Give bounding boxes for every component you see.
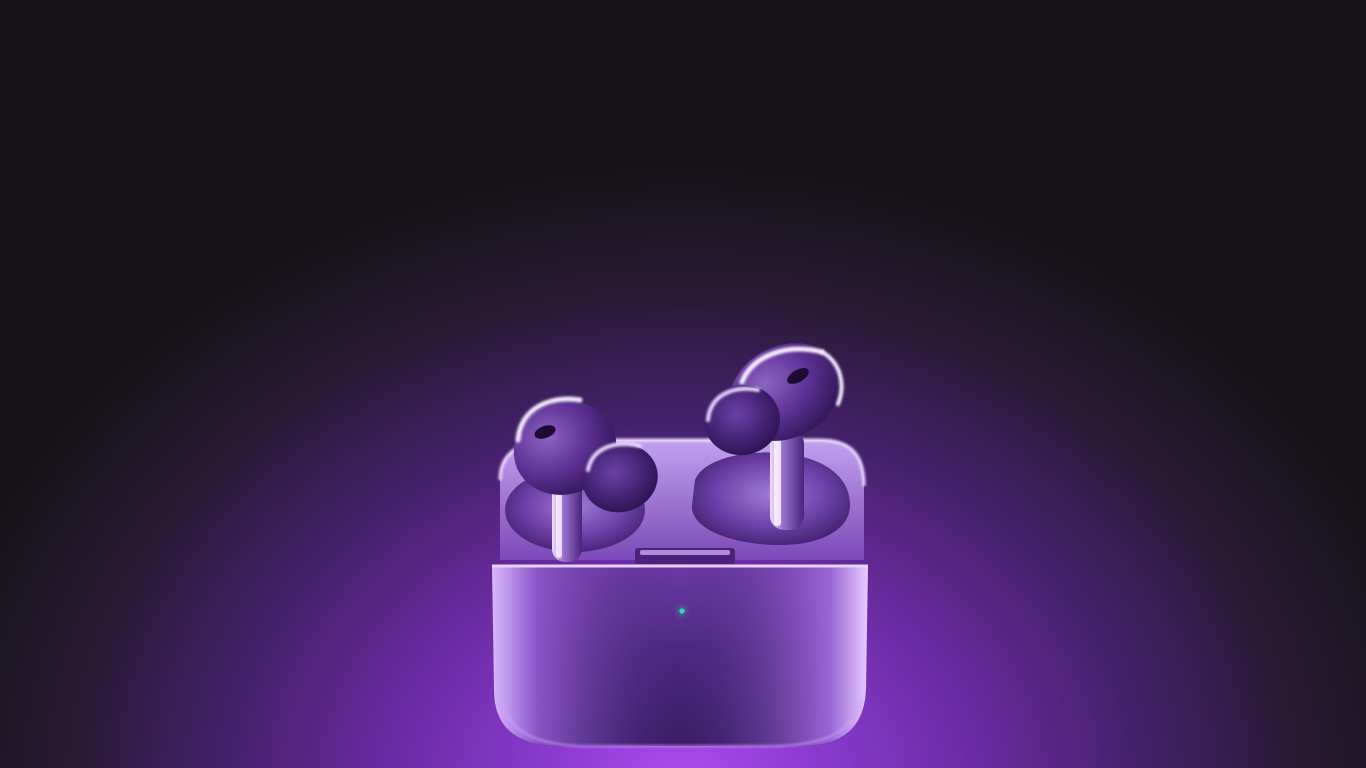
status-light-icon bbox=[679, 608, 685, 614]
charging-case bbox=[492, 564, 868, 747]
product-backdrop bbox=[0, 0, 1366, 768]
airpods-illustration bbox=[492, 343, 868, 747]
